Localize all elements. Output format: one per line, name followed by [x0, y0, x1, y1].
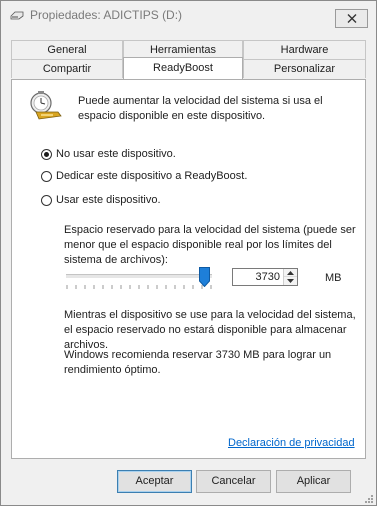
tab-hardware[interactable]: Hardware	[243, 40, 366, 59]
tab-readyboost[interactable]: ReadyBoost	[123, 57, 243, 79]
window-title: Propiedades: ADICTIPS (D:)	[30, 8, 183, 22]
privacy-link[interactable]: Declaración de privacidad	[228, 437, 355, 449]
close-button[interactable]	[335, 9, 368, 28]
chevron-up-icon	[287, 270, 294, 275]
option-dedicar[interactable]: Dedicar este dispositivo a ReadyBoost.	[41, 168, 247, 184]
option-label: Usar este dispositivo.	[56, 194, 161, 206]
option-label: Dedicar este dispositivo a ReadyBoost.	[56, 170, 248, 182]
radio-button[interactable]	[41, 148, 52, 160]
radio-button[interactable]	[41, 194, 52, 206]
accept-button[interactable]: Aceptar	[117, 470, 192, 493]
recommendation-text: Windows recomienda reservar 3730 MB para…	[64, 349, 332, 376]
space-slider-track[interactable]	[66, 274, 212, 279]
radio-button[interactable]	[41, 170, 52, 182]
tab-strip: General Herramientas Hardware Compartir …	[11, 40, 366, 80]
close-icon	[347, 14, 356, 23]
drive-icon	[10, 11, 24, 20]
resize-grip-icon[interactable]	[363, 493, 374, 504]
tab-compartir[interactable]: Compartir	[11, 59, 123, 78]
tab-personalizar[interactable]: Personalizar	[243, 59, 366, 78]
readyboost-icon	[30, 91, 62, 120]
properties-window: Propiedades: ADICTIPS (D:) General Herra…	[0, 0, 377, 506]
option-usar[interactable]: Usar este dispositivo.	[41, 192, 161, 208]
intro-text: Puede aumentar la velocidad del sistema …	[78, 95, 323, 122]
reserved-space-label: Espacio reservado para la velocidad del …	[64, 224, 356, 266]
space-value[interactable]: 3730	[233, 269, 282, 285]
apply-button[interactable]: Aplicar	[276, 470, 351, 493]
option-no-usar[interactable]: No usar este dispositivo.	[41, 146, 176, 162]
tab-general[interactable]: General	[11, 40, 123, 59]
reserved-space-note: Mientras el dispositivo se use para la v…	[64, 309, 356, 351]
spinner-buttons	[283, 269, 297, 285]
title-bar[interactable]: Propiedades: ADICTIPS (D:)	[1, 1, 376, 30]
spin-down-button[interactable]	[284, 277, 297, 285]
space-slider-thumb[interactable]	[199, 267, 210, 287]
readyboost-panel: Puede aumentar la velocidad del sistema …	[11, 79, 366, 459]
slider-ticks	[66, 285, 212, 289]
chevron-down-icon	[287, 279, 294, 283]
space-spinbox[interactable]: 3730	[232, 268, 298, 286]
unit-label: MB	[325, 272, 342, 284]
spin-up-button[interactable]	[284, 269, 297, 277]
option-label: No usar este dispositivo.	[56, 148, 176, 160]
cancel-button[interactable]: Cancelar	[196, 470, 271, 493]
